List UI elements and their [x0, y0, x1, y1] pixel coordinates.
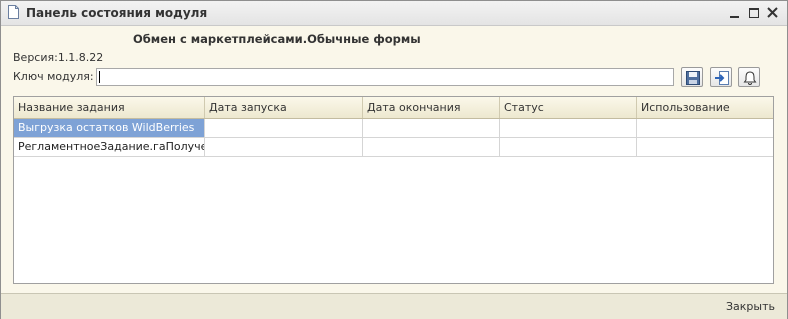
save-icon [686, 71, 700, 85]
maximize-icon [749, 8, 759, 18]
cell-name[interactable]: Выгрузка остатков WildBerries [14, 119, 205, 137]
module-key-label: Ключ модуля: [13, 70, 94, 83]
maximize-button[interactable] [746, 5, 762, 21]
form-footer: Закрыть [1, 293, 787, 319]
import-icon [715, 71, 729, 85]
cell-end-date[interactable] [363, 138, 500, 156]
minimize-button[interactable] [727, 5, 743, 21]
document-icon [8, 5, 19, 19]
cell-start-date[interactable] [205, 138, 363, 156]
column-header-usage[interactable]: Использование [637, 97, 773, 118]
form-heading: Обмен с маркетплейсами.Обычные формы [133, 32, 421, 46]
bell-icon [743, 71, 757, 85]
close-window-button[interactable] [765, 5, 781, 21]
cell-start-date[interactable] [205, 119, 363, 137]
save-button[interactable] [681, 67, 703, 87]
version-label: Версия:1.1.8.22 [13, 51, 104, 64]
cell-status[interactable] [500, 119, 637, 137]
table-row[interactable]: Выгрузка остатков WildBerries [14, 119, 773, 138]
column-header-name[interactable]: Название задания [14, 97, 205, 118]
cell-status[interactable] [500, 138, 637, 156]
cell-usage[interactable] [637, 138, 773, 156]
table-row[interactable]: РегламентноеЗадание.гаПолучен... [14, 138, 773, 157]
close-icon [767, 7, 778, 18]
import-button[interactable] [710, 67, 732, 87]
cell-usage[interactable] [637, 119, 773, 137]
cell-end-date[interactable] [363, 119, 500, 137]
column-header-start-date[interactable]: Дата запуска [205, 97, 363, 118]
title-bar[interactable]: Панель состояния модуля [1, 1, 787, 26]
text-caret [99, 71, 100, 83]
table-header: Название задания Дата запуска Дата оконч… [14, 97, 773, 119]
window-title: Панель состояния модуля [26, 6, 208, 20]
module-status-window: Панель состояния модуля Обмен с маркетпл… [0, 0, 788, 319]
minimize-icon [730, 16, 739, 18]
cell-name[interactable]: РегламентноеЗадание.гаПолучен... [14, 138, 205, 156]
notifications-button[interactable] [738, 67, 760, 87]
column-header-status[interactable]: Статус [500, 97, 637, 118]
close-button[interactable]: Закрыть [726, 300, 775, 313]
module-key-input[interactable] [96, 68, 674, 86]
jobs-table[interactable]: Название задания Дата запуска Дата оконч… [13, 96, 774, 284]
column-header-end-date[interactable]: Дата окончания [363, 97, 500, 118]
